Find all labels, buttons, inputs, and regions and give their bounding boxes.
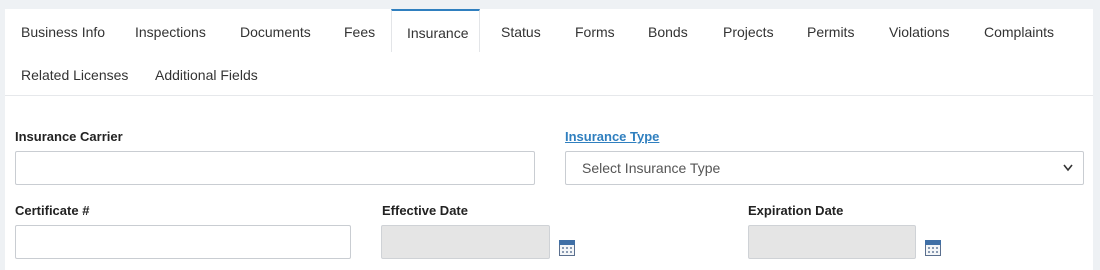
expiration-date-label: Expiration Date xyxy=(748,203,844,218)
tab-forms[interactable]: Forms xyxy=(575,9,615,52)
tab-violations[interactable]: Violations xyxy=(889,9,949,52)
insurance-carrier-input[interactable] xyxy=(15,151,535,185)
effective-date-label: Effective Date xyxy=(382,203,468,218)
tab-inspections[interactable]: Inspections xyxy=(135,9,206,52)
insurance-carrier-label: Insurance Carrier xyxy=(15,129,123,144)
certificate-input[interactable] xyxy=(15,225,351,259)
insurance-type-link[interactable]: Insurance Type xyxy=(565,129,659,144)
chevron-down-icon xyxy=(1063,164,1073,172)
tab-bar: Business Info Inspections Documents Fees… xyxy=(5,9,1093,96)
tab-permits[interactable]: Permits xyxy=(807,9,854,52)
insurance-type-select[interactable]: Select Insurance Type xyxy=(565,151,1084,185)
tab-related-licenses[interactable]: Related Licenses xyxy=(21,52,128,95)
calendar-icon[interactable] xyxy=(559,240,575,256)
insurance-type-selected: Select Insurance Type xyxy=(582,160,721,176)
tab-bonds[interactable]: Bonds xyxy=(648,9,688,52)
tab-business-info[interactable]: Business Info xyxy=(21,9,105,52)
certificate-label: Certificate # xyxy=(15,203,90,218)
expiration-date-input xyxy=(748,225,916,259)
tab-fees[interactable]: Fees xyxy=(344,9,375,52)
tab-additional-fields[interactable]: Additional Fields xyxy=(155,52,258,95)
tab-documents[interactable]: Documents xyxy=(240,9,311,52)
insurance-panel: Business Info Inspections Documents Fees… xyxy=(5,9,1093,270)
effective-date-input xyxy=(381,225,550,259)
tab-complaints[interactable]: Complaints xyxy=(984,9,1054,52)
tab-insurance[interactable]: Insurance xyxy=(391,9,480,52)
tab-status[interactable]: Status xyxy=(501,9,541,52)
tab-projects[interactable]: Projects xyxy=(723,9,774,52)
calendar-icon[interactable] xyxy=(925,240,941,256)
